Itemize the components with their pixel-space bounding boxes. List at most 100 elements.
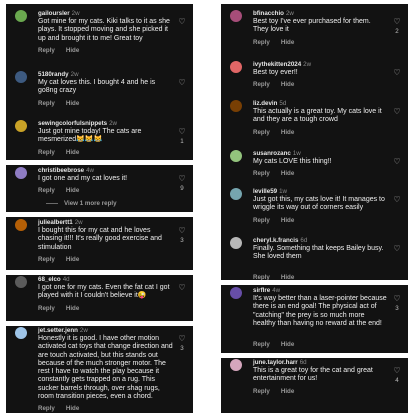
comment-username[interactable]: cheryl.k.francis: [253, 237, 298, 244]
hide-button[interactable]: Hide: [281, 81, 294, 88]
avatar[interactable]: [230, 61, 242, 73]
like-heart-icon[interactable]: ♡: [392, 107, 402, 116]
avatar[interactable]: [230, 10, 242, 22]
comment-username[interactable]: christibeebrose: [38, 167, 84, 174]
like-heart-icon[interactable]: ♡: [177, 17, 187, 26]
comment-author-line: jet.setter.jenn 2w: [38, 327, 88, 334]
comment-timestamp: 6d: [300, 237, 308, 244]
comment-timestamp: 4d: [62, 276, 70, 283]
like-heart-icon[interactable]: ♡: [177, 334, 187, 343]
comment-username[interactable]: june.taylor.harr: [253, 359, 298, 366]
comment-text: Best toy ever!!: [253, 69, 298, 76]
hide-button[interactable]: Hide: [281, 341, 294, 348]
like-heart-icon[interactable]: ♡: [392, 17, 402, 26]
hide-button[interactable]: Hide: [281, 129, 294, 136]
comment-author-line: 5180randy 2w: [38, 71, 79, 78]
avatar[interactable]: [15, 219, 27, 231]
like-count: 2: [395, 28, 399, 35]
reply-button[interactable]: Reply: [38, 405, 55, 412]
comment-timestamp: 2w: [70, 71, 79, 78]
comment-text: I bought this for my cat and he loves ch…: [38, 227, 162, 251]
hide-button[interactable]: Hide: [66, 100, 79, 107]
avatar[interactable]: [15, 71, 27, 83]
avatar[interactable]: [230, 359, 242, 371]
like-heart-icon[interactable]: ♡: [392, 157, 402, 166]
reply-button[interactable]: Reply: [38, 187, 55, 194]
avatar[interactable]: [230, 150, 242, 162]
like-heart-icon[interactable]: ♡: [392, 68, 402, 77]
hide-button[interactable]: Hide: [66, 149, 79, 156]
comment-text: I got one and my cat loves it!: [38, 175, 128, 182]
hide-button[interactable]: Hide: [66, 305, 79, 312]
hide-button[interactable]: Hide: [281, 39, 294, 46]
hide-button[interactable]: Hide: [66, 47, 79, 54]
comment-username[interactable]: liz.devin: [253, 100, 277, 107]
comment-actions: Reply Hide: [253, 81, 305, 88]
comment-divider: [221, 280, 408, 285]
comment-username[interactable]: leville59: [253, 188, 277, 195]
comment-username[interactable]: 5180randy: [38, 71, 69, 78]
comment-username[interactable]: jet.setter.jenn: [38, 327, 78, 334]
hide-button[interactable]: Hide: [281, 388, 294, 395]
comment-actions: Reply Hide: [38, 256, 90, 263]
avatar[interactable]: [230, 188, 242, 200]
comment-text: My cat loves this. I bought 4 and he is …: [38, 79, 156, 95]
comment-username[interactable]: gailoursler: [38, 10, 70, 17]
comment-divider: [6, 212, 193, 217]
hide-button[interactable]: Hide: [66, 256, 79, 263]
comment-author-line: christibeebrose 4w: [38, 167, 94, 174]
like-heart-icon[interactable]: ♡: [392, 294, 402, 303]
reply-button[interactable]: Reply: [253, 39, 270, 46]
comment-username[interactable]: ivythekitten2024: [253, 61, 301, 68]
view-more-replies-link[interactable]: View 1 more reply: [46, 200, 117, 207]
comment-username[interactable]: susanrozanc: [253, 150, 291, 157]
reply-button[interactable]: Reply: [38, 305, 55, 312]
comment-author-line: liz.devin 5d: [253, 100, 286, 107]
comment-username[interactable]: 68_elco: [38, 276, 61, 283]
avatar[interactable]: [230, 100, 242, 112]
comment-username[interactable]: sewingcolorfulsnippets: [38, 120, 107, 127]
avatar[interactable]: [230, 287, 242, 299]
reply-button[interactable]: Reply: [38, 100, 55, 107]
reply-button[interactable]: Reply: [253, 129, 270, 136]
like-heart-icon[interactable]: ♡: [177, 226, 187, 235]
reply-button[interactable]: Reply: [253, 170, 270, 177]
comment-username[interactable]: julieaIbertt1: [38, 219, 73, 226]
like-heart-icon[interactable]: ♡: [177, 78, 187, 87]
comment-username[interactable]: bfinacchio: [253, 10, 284, 17]
hide-button[interactable]: Hide: [281, 217, 294, 224]
hide-button[interactable]: Hide: [66, 187, 79, 194]
comment-timestamp: 2w: [303, 61, 312, 68]
comment-timestamp: 1w: [292, 150, 301, 157]
like-heart-icon[interactable]: ♡: [177, 127, 187, 136]
comment-actions: Reply Hide: [253, 129, 305, 136]
avatar[interactable]: [15, 120, 27, 132]
reply-button[interactable]: Reply: [253, 81, 270, 88]
like-count: 9: [180, 185, 184, 192]
avatar[interactable]: [15, 276, 27, 288]
comment-username[interactable]: sirflre: [253, 287, 270, 294]
hide-button[interactable]: Hide: [66, 405, 79, 412]
reply-button[interactable]: Reply: [38, 47, 55, 54]
like-heart-icon[interactable]: ♡: [392, 195, 402, 204]
avatar[interactable]: [15, 10, 27, 22]
comment-actions: Reply Hide: [253, 217, 305, 224]
avatar[interactable]: [230, 237, 242, 249]
like-heart-icon[interactable]: ♡: [392, 244, 402, 253]
avatar[interactable]: [15, 167, 27, 179]
reply-button[interactable]: Reply: [253, 388, 270, 395]
like-count: 3: [180, 345, 184, 352]
like-heart-icon[interactable]: ♡: [177, 174, 187, 183]
comment-actions: Reply Hide: [253, 388, 305, 395]
reply-button[interactable]: Reply: [253, 217, 270, 224]
avatar[interactable]: [15, 327, 27, 339]
reply-button[interactable]: Reply: [38, 149, 55, 156]
reply-button[interactable]: Reply: [38, 256, 55, 263]
like-heart-icon[interactable]: ♡: [392, 366, 402, 375]
like-count: 4: [395, 377, 399, 384]
reply-button[interactable]: Reply: [253, 341, 270, 348]
like-heart-icon[interactable]: ♡: [177, 283, 187, 292]
comment-author-line: bfinacchio 2w: [253, 10, 294, 17]
comment-actions: Reply Hide: [38, 149, 90, 156]
hide-button[interactable]: Hide: [281, 170, 294, 177]
